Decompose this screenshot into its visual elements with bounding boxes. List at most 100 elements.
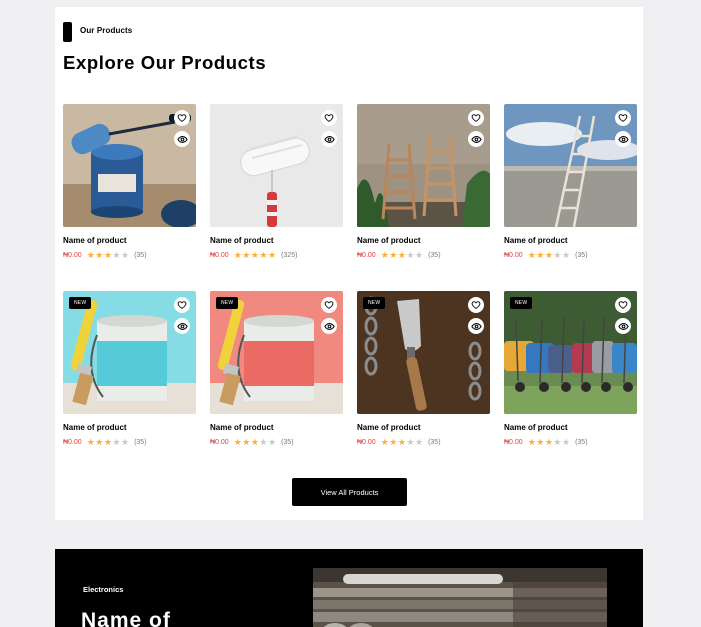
quick-view-eye-icon[interactable] (615, 131, 631, 147)
star-icon: ★ (95, 437, 104, 447)
star-icon: ★ (406, 437, 415, 447)
quick-view-eye-icon[interactable] (615, 318, 631, 334)
product-image[interactable]: NEW (210, 291, 343, 414)
quick-view-eye-icon[interactable] (174, 131, 190, 147)
star-icon: ★ (233, 437, 242, 447)
price-rating-row: ₦0.00 ★ ★ ★ ★ ★ (35) (210, 438, 294, 447)
product-card[interactable]: Name of product ₦0.00 ★ ★ ★ ★ ★ (35) (357, 104, 490, 260)
product-name[interactable]: Name of product (357, 236, 421, 245)
products-section: Our Products Explore Our Products Name o… (55, 7, 643, 520)
category-banner: Electronics Name of (55, 549, 643, 627)
product-card[interactable]: Name of product ₦0.00 ★ ★ ★ ★ ★ (35) (504, 104, 637, 260)
quick-view-eye-icon[interactable] (321, 318, 337, 334)
price-rating-row: ₦0.00 ★ ★ ★ ★ ★ (325) (210, 251, 297, 260)
product-price: ₦0.00 (504, 439, 523, 446)
quick-view-eye-icon[interactable] (174, 318, 190, 334)
star-icon: ★ (527, 437, 536, 447)
star-icon: ★ (562, 437, 571, 447)
star-icon: ★ (389, 250, 398, 260)
rating-stars: ★ ★ ★ ★ ★ (528, 438, 570, 447)
product-name[interactable]: Name of product (63, 423, 127, 432)
price-rating-row: ₦0.00 ★ ★ ★ ★ ★ (35) (504, 438, 588, 447)
review-count: (35) (575, 439, 588, 446)
product-card[interactable]: Name of product ₦0.00 ★ ★ ★ ★ ★ (35) (63, 104, 196, 260)
star-icon: ★ (233, 250, 242, 260)
wishlist-heart-icon[interactable] (321, 110, 337, 126)
review-count: (35) (281, 439, 294, 446)
wishlist-heart-icon[interactable] (174, 297, 190, 313)
rating-stars: ★ ★ ★ ★ ★ (234, 438, 276, 447)
star-icon: ★ (380, 250, 389, 260)
new-badge: NEW (216, 297, 239, 309)
star-icon: ★ (544, 250, 553, 260)
new-badge: NEW (510, 297, 533, 309)
product-name[interactable]: Name of product (210, 423, 274, 432)
star-icon: ★ (259, 437, 268, 447)
star-icon: ★ (250, 437, 259, 447)
wishlist-heart-icon[interactable] (174, 110, 190, 126)
product-image[interactable] (357, 104, 490, 227)
star-icon: ★ (415, 437, 424, 447)
price-rating-row: ₦0.00 ★ ★ ★ ★ ★ (35) (504, 251, 588, 260)
quick-view-eye-icon[interactable] (468, 318, 484, 334)
star-icon: ★ (553, 250, 562, 260)
review-count: (35) (575, 252, 588, 259)
star-icon: ★ (121, 250, 130, 260)
product-card[interactable]: NEW Name of product ₦0.00 ★ ★ ★ ★ ★ (35) (357, 291, 490, 447)
price-rating-row: ₦0.00 ★ ★ ★ ★ ★ (35) (357, 438, 441, 447)
star-icon: ★ (397, 437, 406, 447)
star-icon: ★ (536, 437, 545, 447)
product-card[interactable]: NEW Name of product ₦0.00 ★ ★ ★ ★ ★ (35) (210, 291, 343, 447)
section-tag: Our Products (80, 26, 133, 35)
review-count: (35) (134, 439, 147, 446)
product-name[interactable]: Name of product (63, 236, 127, 245)
star-icon: ★ (112, 250, 121, 260)
star-icon: ★ (95, 250, 104, 260)
star-icon: ★ (397, 250, 406, 260)
banner-category: Electronics (83, 585, 124, 594)
star-icon: ★ (380, 437, 389, 447)
star-icon: ★ (259, 250, 268, 260)
rating-stars: ★ ★ ★ ★ ★ (528, 251, 570, 260)
wishlist-heart-icon[interactable] (321, 297, 337, 313)
wishlist-heart-icon[interactable] (468, 297, 484, 313)
price-rating-row: ₦0.00 ★ ★ ★ ★ ★ (35) (63, 438, 147, 447)
rating-stars: ★ ★ ★ ★ ★ (87, 438, 129, 447)
product-name[interactable]: Name of product (357, 423, 421, 432)
product-image[interactable] (63, 104, 196, 227)
product-card[interactable]: NEW Name of product ₦0.00 ★ ★ ★ ★ ★ (35) (63, 291, 196, 447)
product-image[interactable]: NEW (504, 291, 637, 414)
star-icon: ★ (242, 250, 251, 260)
wishlist-heart-icon[interactable] (615, 297, 631, 313)
star-icon: ★ (112, 437, 121, 447)
product-price: ₦0.00 (63, 439, 82, 446)
view-all-products-button[interactable]: View All Products (292, 478, 407, 506)
star-icon: ★ (536, 250, 545, 260)
product-name[interactable]: Name of product (504, 236, 568, 245)
product-image[interactable]: NEW (357, 291, 490, 414)
quick-view-eye-icon[interactable] (468, 131, 484, 147)
banner-image (313, 568, 607, 627)
quick-view-eye-icon[interactable] (321, 131, 337, 147)
product-image[interactable] (210, 104, 343, 227)
section-title: Explore Our Products (63, 52, 267, 73)
product-card[interactable]: Name of product ₦0.00 ★ ★ ★ ★ ★ (325) (210, 104, 343, 260)
product-card[interactable]: NEW Name of product ₦0.00 ★ ★ ★ ★ ★ (35) (504, 291, 637, 447)
star-icon: ★ (268, 250, 277, 260)
product-image[interactable]: NEW (63, 291, 196, 414)
star-icon: ★ (553, 437, 562, 447)
star-icon: ★ (406, 250, 415, 260)
rating-stars: ★ ★ ★ ★ ★ (87, 251, 129, 260)
product-price: ₦0.00 (357, 252, 376, 259)
review-count: (325) (281, 252, 298, 259)
new-badge: NEW (363, 297, 386, 309)
star-icon: ★ (562, 250, 571, 260)
product-name[interactable]: Name of product (504, 423, 568, 432)
rating-stars: ★ ★ ★ ★ ★ (381, 438, 423, 447)
section-tag-marker (63, 22, 72, 42)
product-image[interactable] (504, 104, 637, 227)
wishlist-heart-icon[interactable] (615, 110, 631, 126)
product-name[interactable]: Name of product (210, 236, 274, 245)
wishlist-heart-icon[interactable] (468, 110, 484, 126)
banner-title: Name of (81, 609, 171, 627)
